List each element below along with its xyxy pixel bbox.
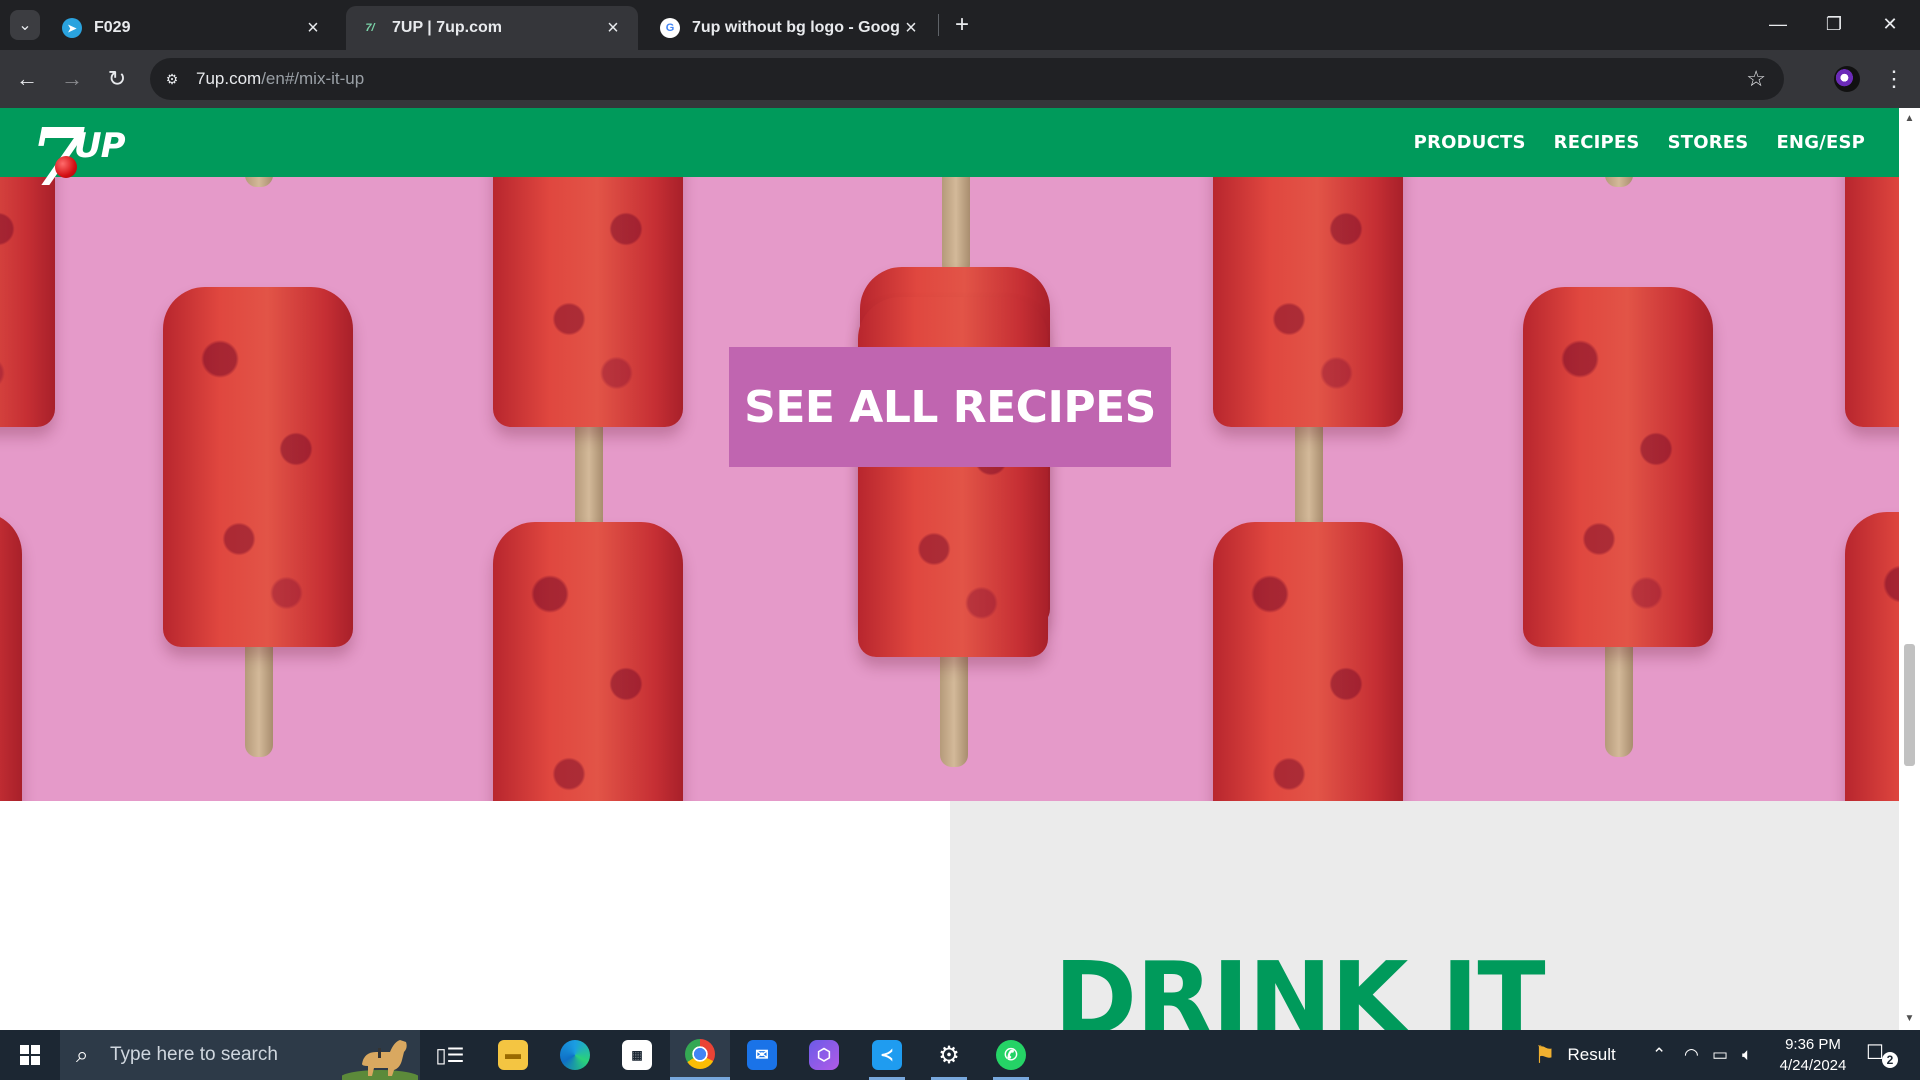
logo-red-dot-icon bbox=[55, 156, 77, 178]
popsicle-image bbox=[493, 522, 683, 801]
volume-icon[interactable]: 🔈︎ bbox=[1742, 1030, 1752, 1080]
content-right-panel: DRINK IT bbox=[950, 801, 1899, 1030]
tab-close-button[interactable]: × bbox=[602, 17, 624, 40]
popsicle-image bbox=[1845, 512, 1899, 801]
file-explorer-icon[interactable]: ▬ bbox=[483, 1030, 543, 1080]
popsicle-image bbox=[1523, 287, 1713, 757]
scroll-up-arrow-icon[interactable]: ▲ bbox=[1899, 110, 1920, 128]
page-viewport: PRODUCTS RECIPES STORES ENG/ESP 7 UP SEE… bbox=[0, 108, 1899, 1030]
copilot-icon[interactable]: ⬡ bbox=[794, 1030, 854, 1080]
address-bar[interactable]: ⚙ 7up.com/en#/mix-it-up ☆ bbox=[150, 58, 1784, 100]
profile-avatar[interactable] bbox=[1834, 66, 1860, 92]
network-icon[interactable]: ◠ bbox=[1684, 1030, 1699, 1080]
microsoft-store-icon[interactable]: ▦ bbox=[607, 1030, 667, 1080]
telegram-icon: ➤ bbox=[62, 18, 82, 38]
site-info-icon[interactable]: ⚙ bbox=[162, 69, 182, 89]
clock-time: 9:36 PM bbox=[1785, 1036, 1841, 1053]
site-header: PRODUCTS RECIPES STORES ENG/ESP bbox=[0, 108, 1899, 177]
notification-badge: 2 bbox=[1882, 1052, 1898, 1068]
nav-recipes[interactable]: RECIPES bbox=[1554, 132, 1640, 153]
tab-google-search[interactable]: G 7up without bg logo - Google × bbox=[646, 6, 936, 50]
windows-taskbar: ⌕ Type here to search ▯☰ ▬ ▦ ✉ ⬡ ≺ ⚙ ✆ ⚑… bbox=[0, 1030, 1920, 1080]
scrollbar-thumb[interactable] bbox=[1904, 644, 1915, 766]
logo-up: UP bbox=[74, 126, 126, 166]
show-hidden-icons-icon[interactable]: ⌃ bbox=[1652, 1030, 1666, 1080]
notification-center-icon[interactable]: ☐ 2 bbox=[1866, 1040, 1898, 1070]
result-widget[interactable]: ⚑ Result bbox=[1534, 1030, 1616, 1080]
popsicle-image bbox=[163, 287, 353, 757]
tab-7up[interactable]: 7/ 7UP | 7up.com × bbox=[346, 6, 638, 50]
see-all-recipes-button[interactable]: SEE ALL RECIPES bbox=[729, 347, 1171, 467]
browser-toolbar: ← → ↻ ⚙ 7up.com/en#/mix-it-up ☆ ⋮ bbox=[0, 50, 1920, 108]
tab-search-button[interactable]: ⌄ bbox=[10, 10, 40, 40]
main-nav: PRODUCTS RECIPES STORES ENG/ESP bbox=[1414, 108, 1865, 177]
popsicle-image bbox=[0, 177, 55, 537]
tab-divider bbox=[938, 14, 939, 36]
vscode-icon[interactable]: ≺ bbox=[857, 1030, 917, 1080]
edge-icon[interactable] bbox=[545, 1030, 605, 1080]
popsicle-image bbox=[0, 512, 22, 801]
chrome-icon[interactable] bbox=[670, 1030, 730, 1080]
minimize-icon[interactable]: — bbox=[1750, 0, 1806, 48]
close-window-icon[interactable]: ✕ bbox=[1862, 0, 1918, 48]
popsicle-image bbox=[1213, 522, 1403, 801]
restore-icon[interactable]: ❐ bbox=[1806, 0, 1862, 48]
recipes-hero-banner: SEE ALL RECIPES bbox=[0, 177, 1899, 801]
tab-close-button[interactable]: × bbox=[900, 17, 922, 40]
task-view-icon[interactable]: ▯☰ bbox=[420, 1030, 480, 1080]
whatsapp-icon[interactable]: ✆ bbox=[981, 1030, 1041, 1080]
taskbar-search[interactable]: ⌕ Type here to search bbox=[60, 1030, 420, 1080]
reload-icon[interactable]: ↻ bbox=[100, 62, 134, 96]
popsicle-image bbox=[493, 177, 683, 537]
google-icon: G bbox=[660, 18, 680, 38]
start-button[interactable] bbox=[0, 1030, 60, 1080]
cta-label: SEE ALL RECIPES bbox=[744, 381, 1156, 433]
scroll-down-arrow-icon[interactable]: ▼ bbox=[1899, 1010, 1920, 1028]
page-scrollbar[interactable]: ▲ ▼ bbox=[1899, 108, 1920, 1030]
browser-tab-strip: ⌄ ➤ F029 × 7/ 7UP | 7up.com × G 7up with… bbox=[0, 0, 1920, 50]
cricket-bat-icon: ⚑ bbox=[1534, 1041, 1556, 1069]
search-icon: ⌕ bbox=[76, 1042, 89, 1067]
forward-arrow-icon[interactable]: → bbox=[55, 62, 89, 96]
windows-logo-icon bbox=[20, 1045, 40, 1065]
menu-kebab-icon[interactable]: ⋮ bbox=[1882, 62, 1906, 96]
back-arrow-icon[interactable]: ← bbox=[10, 62, 44, 96]
tab-title: 7UP | 7up.com bbox=[392, 19, 502, 36]
section-heading: DRINK IT bbox=[1054, 940, 1546, 1031]
clock[interactable]: 9:36 PM 4/24/2024 bbox=[1772, 1034, 1854, 1076]
url-text[interactable]: 7up.com/en#/mix-it-up bbox=[196, 69, 364, 89]
result-label: Result bbox=[1567, 1045, 1616, 1064]
chevron-down-icon: ⌄ bbox=[18, 17, 32, 34]
clock-date: 4/24/2024 bbox=[1779, 1057, 1847, 1074]
nav-stores[interactable]: STORES bbox=[1668, 132, 1749, 153]
tab-close-button[interactable]: × bbox=[302, 17, 324, 40]
nav-language[interactable]: ENG/ESP bbox=[1776, 132, 1865, 153]
content-left-panel bbox=[0, 801, 950, 1030]
new-tab-button[interactable]: + bbox=[947, 10, 977, 40]
battery-icon[interactable]: ▭ bbox=[1712, 1030, 1728, 1080]
popsicle-image bbox=[1213, 177, 1403, 537]
mail-icon[interactable]: ✉ bbox=[732, 1030, 792, 1080]
tab-title: F029 bbox=[94, 19, 131, 36]
nav-products[interactable]: PRODUCTS bbox=[1414, 132, 1526, 153]
settings-gear-icon[interactable]: ⚙ bbox=[919, 1030, 979, 1080]
7up-logo[interactable]: 7 UP bbox=[28, 112, 128, 208]
7up-favicon-icon: 7/ bbox=[365, 22, 375, 34]
tab-f029[interactable]: ➤ F029 × bbox=[48, 6, 338, 50]
search-placeholder: Type here to search bbox=[110, 1044, 278, 1065]
bookmark-star-icon[interactable]: ☆ bbox=[1746, 66, 1766, 92]
tab-title: 7up without bg logo - Google bbox=[692, 19, 900, 36]
popsicle-image bbox=[1845, 177, 1899, 537]
guide-dog-illustration bbox=[342, 1040, 418, 1080]
